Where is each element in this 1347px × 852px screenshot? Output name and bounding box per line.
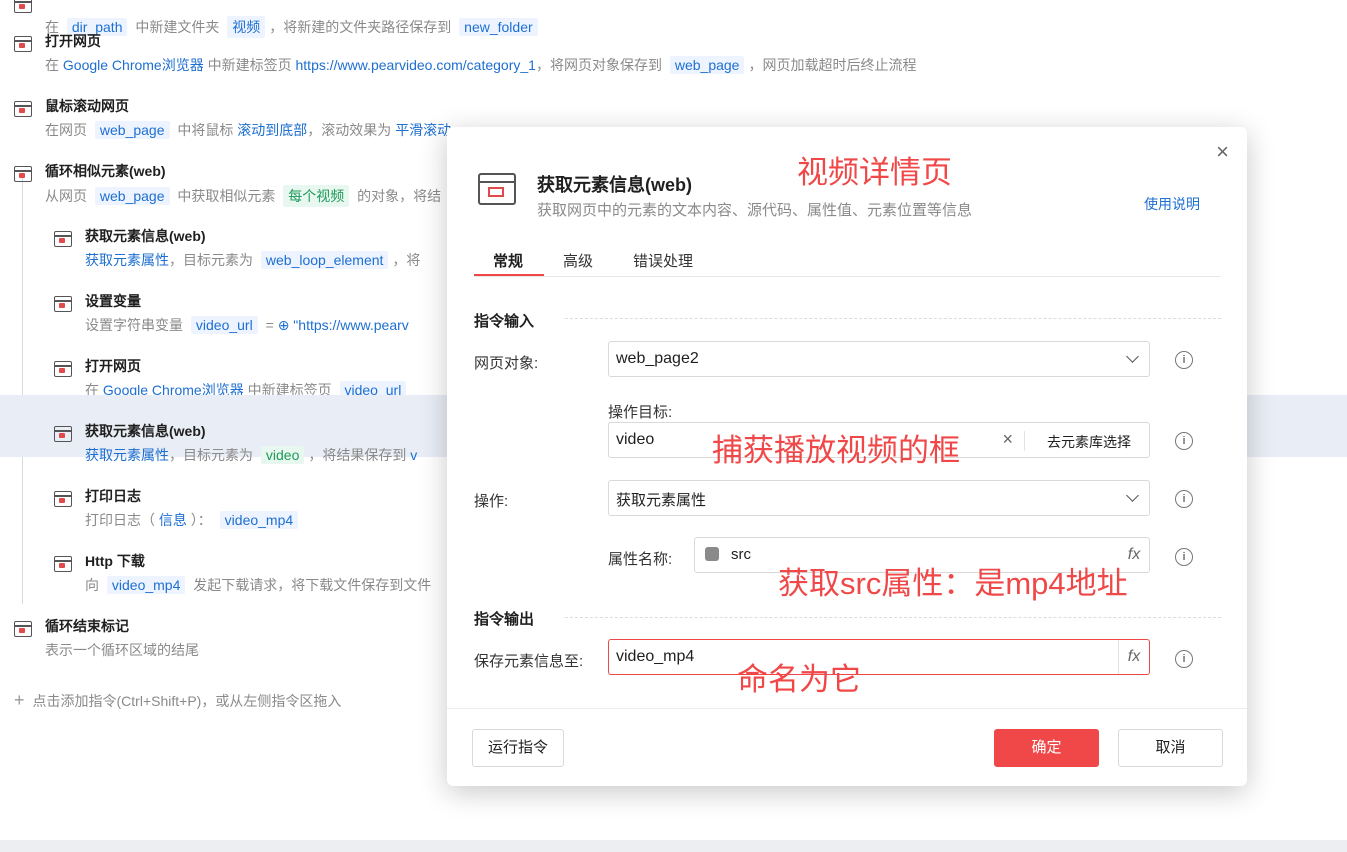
tab-bar: 常规 高级 错误处理 bbox=[474, 242, 1220, 277]
help-link[interactable]: 使用说明 bbox=[1144, 194, 1200, 214]
step-icon bbox=[14, 101, 32, 117]
step-title: 打开网页 bbox=[45, 33, 101, 49]
step-title: 打开网页 bbox=[85, 358, 141, 374]
cancel-button[interactable]: 取消 bbox=[1118, 729, 1223, 767]
element-library-button[interactable]: 去元素库选择 bbox=[1047, 432, 1131, 452]
desc-text: 表示一个循环区域的结尾 bbox=[45, 642, 199, 658]
annotation-src-attr: 获取src属性：是mp4地址 bbox=[778, 566, 1128, 601]
annotation-naming: 命名为它 bbox=[737, 662, 861, 697]
section-divider bbox=[565, 617, 1221, 618]
operation-label: 操作: bbox=[474, 493, 509, 510]
workflow-step[interactable]: 鼠标滚动网页 在网页 web_page 中将鼠标 滚动到底部，滚动效果为 平滑滚动 bbox=[0, 70, 1347, 139]
chevron-down-icon bbox=[1126, 350, 1139, 363]
step-icon bbox=[54, 296, 72, 312]
step-title: 循环结束标记 bbox=[45, 618, 129, 634]
active-tab-indicator bbox=[474, 274, 544, 276]
step-icon bbox=[14, 36, 32, 52]
web-object-label: 网页对象: bbox=[474, 355, 539, 372]
step-description: 表示一个循环区域的结尾 bbox=[45, 640, 199, 660]
step-title: 打印日志 bbox=[85, 488, 141, 504]
run-command-button[interactable]: 运行指令 bbox=[472, 729, 564, 767]
info-icon[interactable]: i bbox=[1175, 351, 1193, 369]
save-to-field[interactable]: video_mp4 fx bbox=[608, 639, 1150, 675]
step-title: 循环相似元素(web) bbox=[45, 163, 166, 179]
web-object-select[interactable]: web_page2 bbox=[608, 341, 1150, 377]
target-label: 操作目标: bbox=[608, 404, 673, 421]
step-icon bbox=[54, 556, 72, 572]
workflow-step[interactable]: 打开网页在 Google Chrome浏览器 中新建标签页 https://ww… bbox=[0, 5, 1347, 74]
step-icon bbox=[54, 361, 72, 377]
separator bbox=[1024, 431, 1025, 451]
confirm-button[interactable]: 确定 bbox=[994, 729, 1099, 767]
step-icon bbox=[54, 491, 72, 507]
tab-general[interactable]: 常规 bbox=[493, 250, 523, 271]
attribute-name-label: 属性名称: bbox=[608, 551, 673, 568]
fx-icon[interactable]: fx bbox=[1118, 640, 1149, 674]
dialog-subtitle: 获取网页中的元素的文本内容、源代码、属性值、元素位置等信息 bbox=[537, 202, 973, 219]
step-title: 获取元素信息(web) bbox=[85, 228, 206, 244]
step-icon bbox=[54, 426, 72, 442]
bottom-bar bbox=[0, 840, 1347, 852]
step-title: Http 下载 bbox=[85, 553, 145, 569]
step-icon bbox=[14, 166, 32, 182]
footer-divider bbox=[447, 708, 1247, 709]
annotation-capture: 捕获播放视频的框 bbox=[712, 433, 960, 468]
step-title: 设置变量 bbox=[85, 293, 141, 309]
info-icon[interactable]: i bbox=[1175, 490, 1193, 508]
section-divider bbox=[565, 318, 1221, 319]
tab-advanced[interactable]: 高级 bbox=[563, 250, 593, 271]
command-dialog: × 获取元素信息(web) 获取网页中的元素的文本内容、源代码、属性值、元素位置… bbox=[447, 127, 1247, 786]
section-input-title: 指令输入 bbox=[474, 313, 535, 330]
add-command-hint[interactable]: + 点击添加指令(Ctrl+Shift+P)，或从左侧指令区拖入 bbox=[14, 690, 341, 711]
step-title: 获取元素信息(web) bbox=[85, 423, 206, 439]
clear-icon[interactable]: × bbox=[1002, 429, 1013, 450]
dialog-title: 获取元素信息(web) bbox=[537, 175, 692, 195]
info-icon[interactable]: i bbox=[1175, 650, 1193, 668]
get-element-info-icon bbox=[478, 173, 516, 205]
info-icon[interactable]: i bbox=[1175, 548, 1193, 566]
python-icon bbox=[705, 547, 719, 561]
operation-select[interactable]: 获取元素属性 bbox=[608, 480, 1150, 516]
tab-error-handling[interactable]: 错误处理 bbox=[633, 250, 693, 271]
info-icon[interactable]: i bbox=[1175, 432, 1193, 450]
section-output-title: 指令输出 bbox=[474, 611, 535, 628]
step-title: 鼠标滚动网页 bbox=[45, 98, 129, 114]
step-icon bbox=[54, 231, 72, 247]
close-icon[interactable]: × bbox=[1216, 141, 1229, 163]
chevron-down-icon bbox=[1126, 489, 1139, 502]
step-icon bbox=[14, 621, 32, 637]
save-to-label: 保存元素信息至: bbox=[474, 653, 584, 670]
annotation-detail-page: 视频详情页 bbox=[797, 155, 952, 190]
